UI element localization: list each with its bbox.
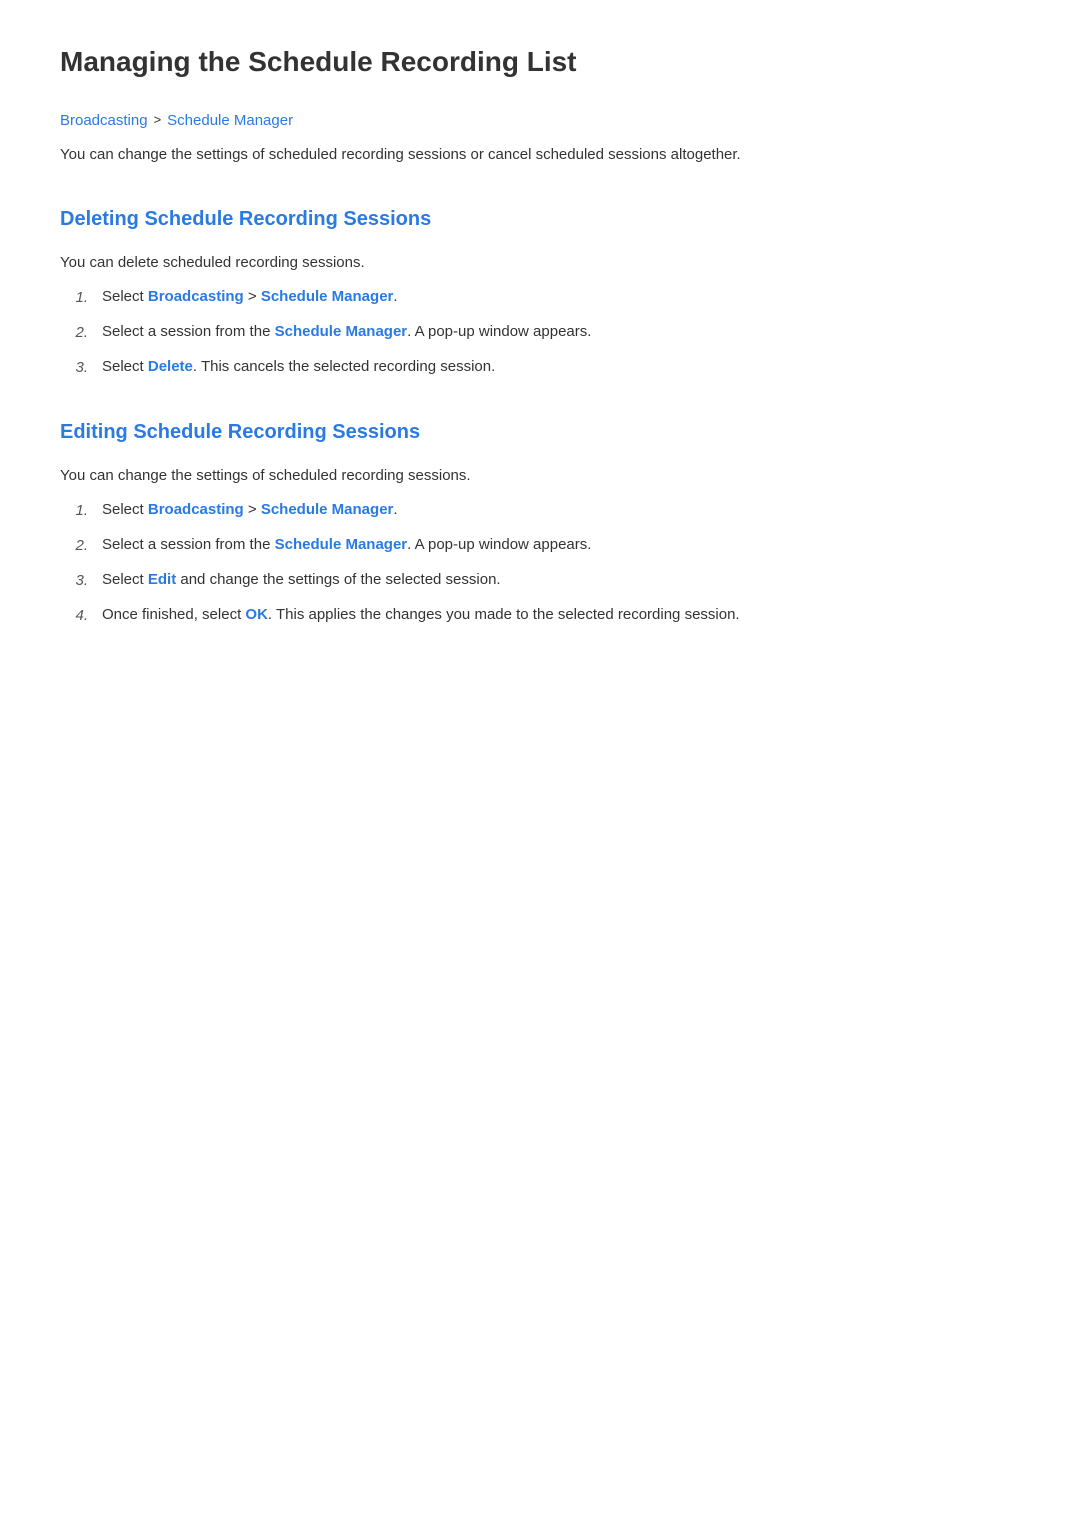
link-schedule-manager-2: Schedule Manager	[275, 323, 408, 340]
step-text: Select Edit and change the settings of t…	[102, 568, 1020, 592]
step-number: 1.	[70, 286, 88, 310]
breadcrumb-broadcasting[interactable]: Broadcasting	[60, 109, 148, 133]
delete-section-intro: You can delete scheduled recording sessi…	[60, 251, 1020, 275]
step-text: Once finished, select OK. This applies t…	[102, 603, 1020, 627]
step-number: 2.	[70, 534, 88, 558]
delete-step-3: 3. Select Delete. This cancels the selec…	[70, 355, 1020, 380]
link-delete: Delete	[148, 358, 193, 375]
delete-step-2: 2. Select a session from the Schedule Ma…	[70, 320, 1020, 345]
step-number: 4.	[70, 604, 88, 628]
edit-section-title: Editing Schedule Recording Sessions	[60, 416, 1020, 452]
step-number: 2.	[70, 321, 88, 345]
step-number: 1.	[70, 499, 88, 523]
edit-section: Editing Schedule Recording Sessions You …	[60, 416, 1020, 628]
step-text: Select Delete. This cancels the selected…	[102, 355, 1020, 379]
edit-step-3: 3. Select Edit and change the settings o…	[70, 568, 1020, 593]
link-ok: OK	[245, 606, 268, 623]
breadcrumb: Broadcasting > Schedule Manager	[60, 109, 1020, 133]
delete-section: Deleting Schedule Recording Sessions You…	[60, 203, 1020, 380]
link-schedule-manager-3: Schedule Manager	[261, 501, 394, 518]
delete-step-1: 1. Select Broadcasting > Schedule Manage…	[70, 285, 1020, 310]
page-title: Managing the Schedule Recording List	[60, 40, 1020, 95]
edit-section-intro: You can change the settings of scheduled…	[60, 464, 1020, 488]
edit-step-1: 1. Select Broadcasting > Schedule Manage…	[70, 498, 1020, 523]
delete-steps-list: 1. Select Broadcasting > Schedule Manage…	[60, 285, 1020, 380]
link-broadcasting-2: Broadcasting	[148, 501, 244, 518]
link-schedule-manager-4: Schedule Manager	[275, 536, 408, 553]
edit-step-4: 4. Once finished, select OK. This applie…	[70, 603, 1020, 628]
edit-steps-list: 1. Select Broadcasting > Schedule Manage…	[60, 498, 1020, 628]
step-text: Select Broadcasting > Schedule Manager.	[102, 285, 1020, 309]
breadcrumb-schedule-manager[interactable]: Schedule Manager	[167, 109, 293, 133]
step-number: 3.	[70, 569, 88, 593]
step-text: Select Broadcasting > Schedule Manager.	[102, 498, 1020, 522]
breadcrumb-separator: >	[154, 110, 162, 131]
page-intro: You can change the settings of scheduled…	[60, 143, 1020, 167]
delete-section-title: Deleting Schedule Recording Sessions	[60, 203, 1020, 239]
step-number: 3.	[70, 356, 88, 380]
edit-step-2: 2. Select a session from the Schedule Ma…	[70, 533, 1020, 558]
step-text: Select a session from the Schedule Manag…	[102, 533, 1020, 557]
link-edit: Edit	[148, 571, 176, 588]
link-schedule-manager-1: Schedule Manager	[261, 288, 394, 305]
step-text: Select a session from the Schedule Manag…	[102, 320, 1020, 344]
link-broadcasting-1: Broadcasting	[148, 288, 244, 305]
